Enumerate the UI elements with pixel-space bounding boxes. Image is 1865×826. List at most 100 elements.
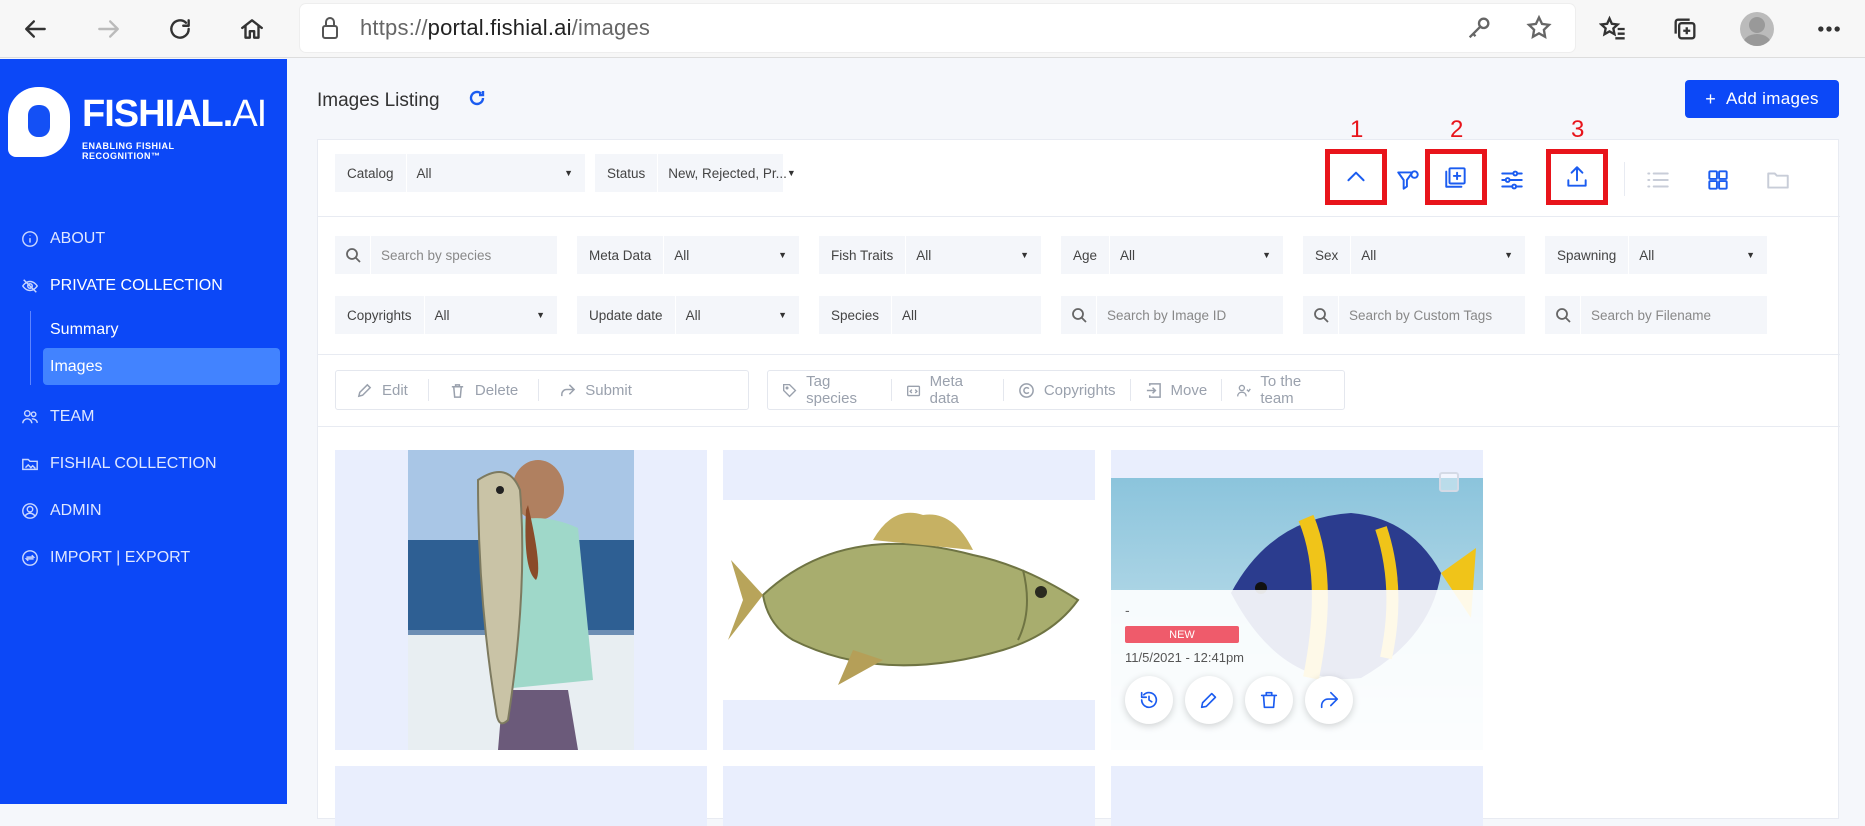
reload-button[interactable] (144, 0, 216, 58)
export-button[interactable]: 3 (1546, 116, 1608, 205)
caret-down-icon: ▼ (564, 168, 573, 178)
species-search[interactable]: Search by species (335, 236, 557, 274)
sidebar-menu: ABOUT PRIVATE COLLECTION Summary Images … (0, 215, 287, 581)
copyright-icon (1018, 382, 1034, 398)
list-icon (1647, 172, 1669, 188)
fish-traits-filter[interactable]: Fish Traits All ▼ (819, 236, 1041, 274)
clear-filter-button[interactable] (1386, 158, 1430, 202)
settings-sliders-button[interactable] (1490, 158, 1534, 202)
favorite-add-icon[interactable] (1525, 14, 1555, 44)
listing-panel: Catalog All ▼ Status New, Rejected, Pr...… (317, 116, 1840, 826)
bulk-actions-group: Edit Delete Submit (335, 370, 749, 410)
species-filter[interactable]: Species All (819, 296, 1041, 334)
history-icon (1140, 691, 1158, 709)
image-card-selected[interactable]: - NEW 11/5/2021 - 12:41pm (1111, 450, 1483, 750)
sidebar-item-admin[interactable]: ADMIN (0, 487, 287, 534)
card-date: 11/5/2021 - 12:41pm (1125, 650, 1245, 665)
sidebar-item-about[interactable]: ABOUT (0, 215, 287, 262)
caret-down-icon: ▼ (1262, 250, 1271, 260)
image-card[interactable] (1111, 766, 1483, 826)
caret-down-icon: ▼ (1504, 250, 1513, 260)
add-images-button[interactable]: + Add images (1685, 80, 1839, 118)
select-checkbox[interactable] (1439, 472, 1459, 492)
submit-button[interactable]: Submit (539, 379, 652, 401)
team-icon (1237, 384, 1252, 396)
page-title: Images Listing (317, 90, 440, 111)
search-icon (1061, 296, 1097, 334)
age-filter[interactable]: Age All ▼ (1061, 236, 1283, 274)
tag-species-button[interactable]: Tag species (768, 373, 892, 407)
trash-icon (1260, 691, 1278, 709)
image-card[interactable] (723, 766, 1095, 826)
caret-down-icon: ▼ (536, 310, 545, 320)
add-to-collection-button[interactable]: 2 (1425, 116, 1487, 205)
image-card[interactable] (335, 450, 707, 750)
spawning-filter[interactable]: Spawning All ▼ (1545, 236, 1767, 274)
fish-logo-icon (8, 87, 70, 157)
angler-photo (408, 450, 634, 750)
profile-avatar[interactable] (1721, 0, 1793, 58)
sidebar-item-summary[interactable]: Summary (43, 311, 280, 348)
history-button[interactable] (1125, 676, 1173, 724)
more-menu-icon[interactable] (1793, 0, 1865, 58)
to-the-team-button[interactable]: To the team (1222, 373, 1344, 407)
annotation-label-2: 2 (1450, 116, 1464, 143)
status-filter[interactable]: Status New, Rejected, Pr... ▼ (595, 154, 796, 192)
edit-button[interactable]: Edit (336, 379, 429, 401)
annotation-label-3: 3 (1571, 116, 1585, 143)
pencil-icon (1200, 692, 1217, 709)
search-icon (1303, 296, 1339, 334)
delete-button[interactable]: Delete (429, 379, 540, 401)
caret-down-icon: ▼ (1746, 250, 1755, 260)
forward-button[interactable] (72, 0, 144, 58)
info-icon (20, 229, 40, 249)
fishial-logo[interactable]: FISHIAL.AI ENABLING FISHIAL RECOGNITION™ (8, 83, 267, 163)
share-icon (1320, 691, 1339, 709)
key-icon[interactable] (1465, 14, 1495, 44)
sidebar-item-fishial-collection[interactable]: FISHIAL COLLECTION (0, 440, 287, 487)
move-icon (1146, 382, 1161, 398)
sex-filter[interactable]: Sex All ▼ (1303, 236, 1525, 274)
url-text: https://portal.fishial.ai/images (360, 15, 651, 40)
meta-data-button[interactable]: Meta data (892, 373, 1004, 407)
copyrights-filter[interactable]: Copyrights All ▼ (335, 296, 557, 334)
card-delete-button[interactable] (1245, 676, 1293, 724)
refresh-icon[interactable] (467, 88, 489, 110)
card-edit-button[interactable] (1185, 676, 1233, 724)
tag-actions-group: Tag species Meta data Copyrights Move To… (767, 370, 1345, 410)
grid-view-button[interactable] (1696, 158, 1740, 202)
collapse-filters-button[interactable]: 1 (1325, 116, 1387, 205)
update-date-filter[interactable]: Update date All ▼ (577, 296, 799, 334)
list-view-button[interactable] (1636, 158, 1680, 202)
image-card[interactable] (335, 766, 707, 826)
favorites-icon[interactable] (1577, 0, 1649, 58)
catalog-filter[interactable]: Catalog All ▼ (335, 154, 585, 192)
caret-down-icon: ▼ (778, 310, 787, 320)
image-card[interactable] (723, 450, 1095, 750)
sidebar-item-import-export[interactable]: IMPORT | EXPORT (0, 534, 287, 581)
filename-search[interactable]: Search by Filename (1545, 296, 1767, 334)
sidebar-item-private-collection[interactable]: PRIVATE COLLECTION (0, 262, 287, 309)
card-details: - NEW 11/5/2021 - 12:41pm (1111, 590, 1483, 750)
card-share-button[interactable] (1305, 676, 1353, 724)
address-bar[interactable]: https://portal.fishial.ai/images (300, 4, 1575, 52)
collections-icon[interactable] (1649, 0, 1721, 58)
team-icon (20, 407, 40, 427)
sidebar-item-images[interactable]: Images (43, 348, 280, 385)
carp-photo (723, 500, 1095, 700)
copyrights-button[interactable]: Copyrights (1004, 379, 1131, 401)
image-add-icon (1445, 167, 1466, 188)
folder-icon (1767, 172, 1789, 189)
share-icon (561, 383, 576, 396)
sidebar: FISHIAL.AI ENABLING FISHIAL RECOGNITION™… (0, 59, 287, 804)
back-button[interactable] (0, 0, 72, 58)
move-button[interactable]: Move (1131, 379, 1223, 401)
caret-down-icon: ▼ (1020, 250, 1029, 260)
folder-view-button[interactable] (1756, 158, 1800, 202)
folder-image-icon (20, 454, 40, 474)
home-button[interactable] (216, 0, 288, 58)
sidebar-item-team[interactable]: TEAM (0, 393, 287, 440)
meta-data-filter[interactable]: Meta Data All ▼ (577, 236, 799, 274)
image-id-search[interactable]: Search by Image ID (1061, 296, 1283, 334)
custom-tags-search[interactable]: Search by Custom Tags (1303, 296, 1525, 334)
